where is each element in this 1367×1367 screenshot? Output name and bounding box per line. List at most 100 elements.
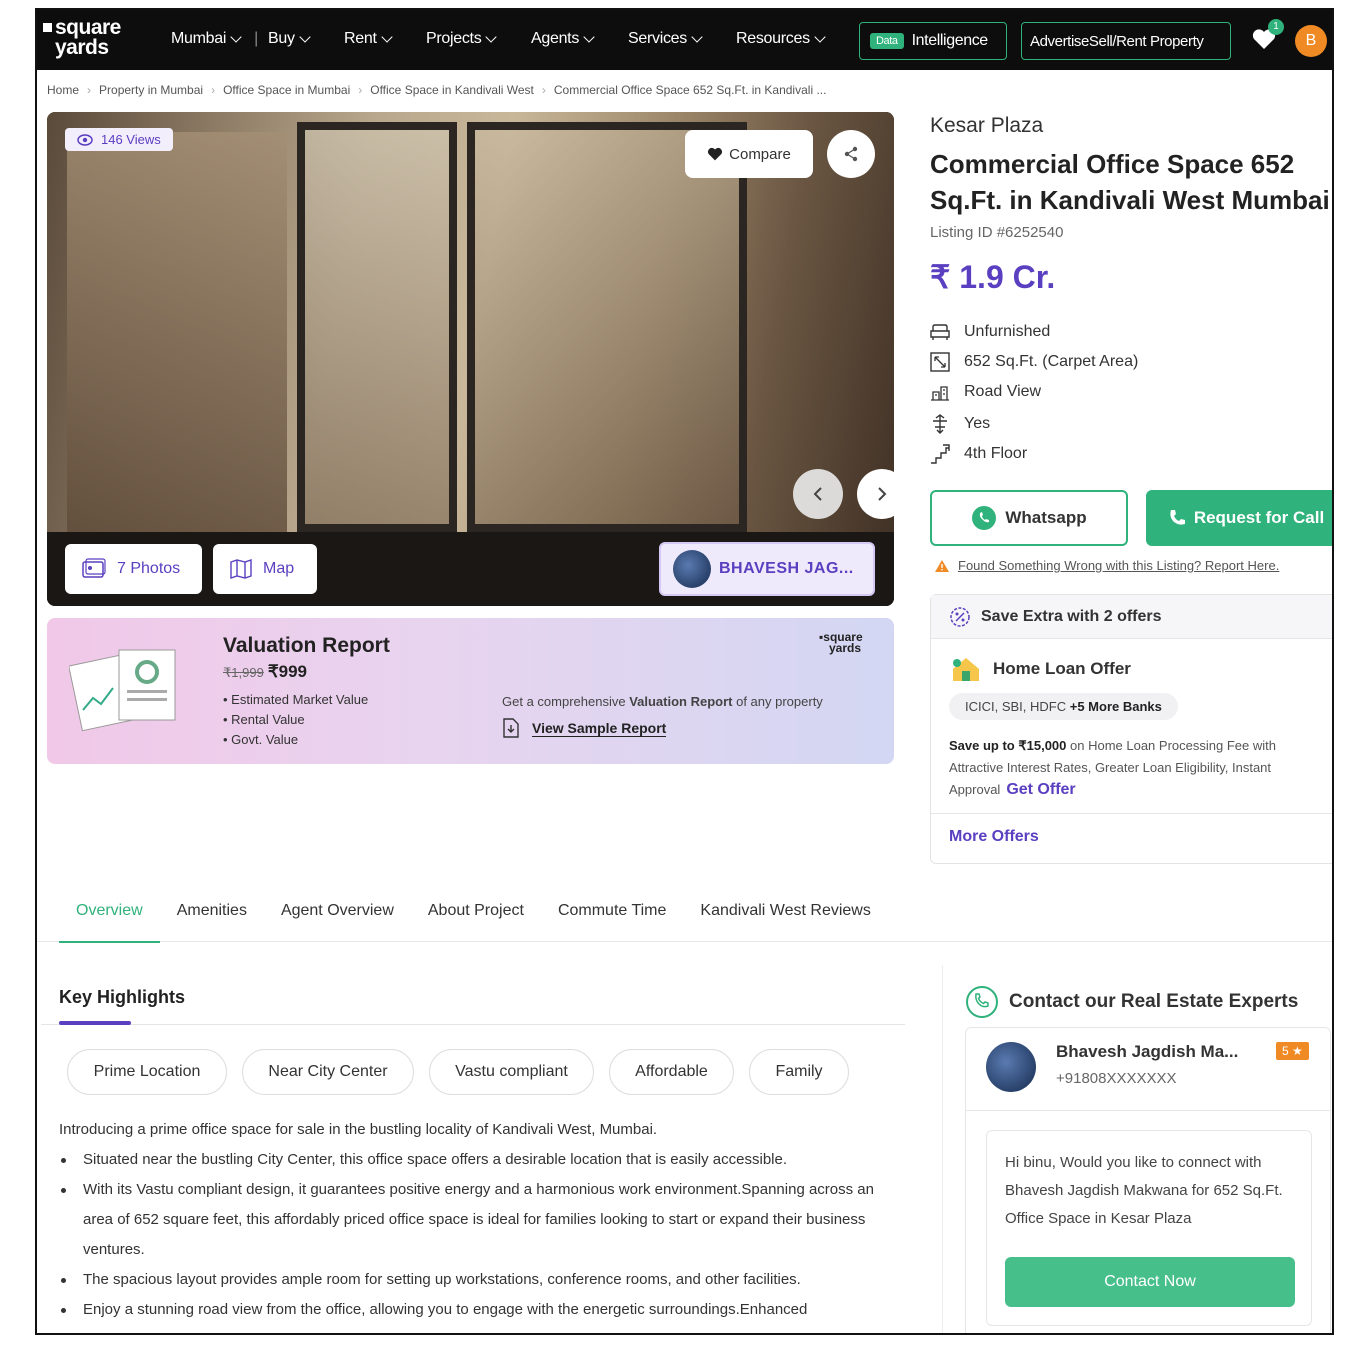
view-sample-report-link[interactable]: View Sample Report	[502, 718, 667, 738]
nav-projects[interactable]: Projects	[426, 30, 498, 48]
banks-chip[interactable]: ICICI, SBI, HDFC +5 More Banks	[949, 693, 1178, 720]
valuation-price: ₹1,999 ₹999	[223, 662, 307, 681]
valuation-description: Get a comprehensive Valuation Report of …	[502, 694, 823, 709]
get-offer-link[interactable]: Get Offer	[1006, 781, 1075, 798]
home-loan-icon	[953, 658, 979, 681]
notification-badge: 1	[1268, 19, 1284, 35]
map-button[interactable]: Map	[213, 544, 317, 594]
lift-icon	[930, 414, 950, 434]
data-intelligence-button[interactable]: Data Intelligence	[859, 22, 1007, 60]
advertise-property-button[interactable]: AdvertiseSell/Rent Property	[1021, 22, 1231, 60]
feature-furnishing: Unfurnished	[930, 322, 1050, 342]
building-name[interactable]: Kesar Plaza	[930, 114, 1043, 138]
city-selector[interactable]: Mumbai |	[171, 30, 258, 48]
road-view-icon	[930, 382, 950, 402]
nav-buy[interactable]: Buy	[268, 30, 311, 48]
valuation-title: Valuation Report	[223, 634, 390, 657]
feature-area: 652 Sq.Ft. (Carpet Area)	[930, 352, 1138, 372]
contact-message: Hi binu, Would you like to connect with …	[1005, 1154, 1283, 1227]
city-label: Mumbai	[171, 30, 227, 47]
agent-name[interactable]: Bhavesh Jagdish Ma...	[1056, 1042, 1238, 1062]
listing-id: Listing ID #6252540	[930, 224, 1064, 241]
breadcrumb-property-mumbai[interactable]: Property in Mumbai	[99, 83, 203, 97]
property-photo[interactable]	[47, 112, 894, 606]
chevron-down-icon	[485, 30, 498, 43]
sofa-icon	[930, 322, 950, 342]
listing-title: Commercial Office Space 652 Sq.Ft. in Ka…	[930, 149, 1330, 215]
gallery-prev-button[interactable]	[793, 469, 843, 519]
chevron-left-icon	[813, 487, 822, 501]
tab-amenities[interactable]: Amenities	[160, 880, 264, 942]
chevron-down-icon	[691, 30, 703, 43]
chevron-down-icon	[814, 30, 826, 43]
breadcrumb-office-mumbai[interactable]: Office Space in Mumbai	[223, 83, 350, 97]
data-badge: Data	[870, 33, 904, 49]
heart-icon	[708, 147, 723, 161]
feature-lift: Yes	[930, 414, 990, 434]
agent-phone: +91808XXXXXXX	[1056, 1070, 1177, 1087]
tab-overview[interactable]: Overview	[59, 880, 160, 943]
highlights-list: Situated near the bustling City Center, …	[59, 1145, 891, 1325]
area-icon	[930, 352, 950, 372]
phone-icon	[1170, 510, 1185, 525]
list-item: Situated near the bustling City Center, …	[59, 1145, 891, 1175]
report-listing-link[interactable]: Found Something Wrong with this Listing?…	[934, 558, 1279, 573]
tab-agent-overview[interactable]: Agent Overview	[264, 880, 411, 942]
views-badge: 146 Views	[65, 128, 173, 151]
browser-viewport: square yards Mumbai | Buy Rent Projects …	[35, 8, 1334, 1335]
chevron-right-icon	[878, 487, 887, 501]
report-illustration-icon	[69, 649, 176, 732]
key-highlights-section: Key Highlights Prime Location Near City …	[41, 965, 905, 1333]
tab-about-project[interactable]: About Project	[411, 880, 541, 942]
divider: |	[254, 30, 258, 47]
chevron-down-icon	[299, 30, 311, 43]
agent-chip[interactable]: BHAVESH JAG...	[659, 542, 875, 596]
tab-reviews[interactable]: Kandivali West Reviews	[683, 880, 887, 942]
agent-avatar	[673, 550, 711, 588]
nav-resources[interactable]: Resources	[736, 30, 826, 48]
agent-contact-card: Bhavesh Jagdish Ma... 5 ★ +91808XXXXXXX …	[965, 1027, 1331, 1333]
home-loan-offer-title: Home Loan Offer	[949, 655, 1131, 683]
more-offers-link[interactable]: More Offers	[931, 813, 1332, 860]
breadcrumb-home[interactable]: Home	[47, 83, 79, 97]
title-underline	[59, 1021, 131, 1025]
valuation-report-banner[interactable]: Valuation Report ₹1,999 ₹999 • Estimated …	[47, 618, 894, 764]
whatsapp-button[interactable]: Whatsapp	[930, 490, 1128, 546]
contact-message-box: Hi binu, Would you like to connect with …	[986, 1130, 1312, 1326]
photos-icon	[82, 558, 106, 578]
compare-button[interactable]: Compare	[685, 130, 813, 178]
key-highlights-title: Key Highlights	[59, 987, 186, 1007]
highlight-chip: Near City Center	[242, 1049, 414, 1095]
share-icon	[844, 146, 858, 162]
square-yards-logo: ▪square yards	[819, 630, 863, 655]
property-gallery[interactable]: 146 Views Compare 7 Photos Map BHAVESH J…	[47, 112, 894, 606]
user-avatar[interactable]: B	[1295, 25, 1327, 57]
feature-view: Road View	[930, 382, 1041, 402]
breadcrumb-office-kandivali[interactable]: Office Space in Kandivali West	[370, 83, 534, 97]
contact-experts-section: Contact our Real Estate Experts Bhavesh …	[942, 965, 1332, 1333]
share-button[interactable]	[827, 130, 875, 178]
list-item: With its Vastu compliant design, it guar…	[59, 1175, 891, 1265]
nav-rent[interactable]: Rent	[344, 30, 393, 48]
discount-icon	[950, 606, 970, 627]
chevron-down-icon	[230, 30, 242, 43]
breadcrumb-current: Commercial Office Space 652 Sq.Ft. in Ka…	[553, 83, 827, 97]
rating-badge: 5 ★	[1276, 1042, 1309, 1060]
contact-title: Contact our Real Estate Experts	[965, 985, 1298, 1019]
feature-floor: 4th Floor	[930, 444, 1027, 464]
nav-agents[interactable]: Agents	[531, 30, 595, 48]
nav-services[interactable]: Services	[628, 30, 703, 48]
highlight-chip: Affordable	[609, 1049, 734, 1095]
whatsapp-icon	[972, 506, 997, 530]
valuation-features: • Estimated Market Value • Rental Value …	[223, 692, 369, 747]
offers-panel: Save Extra with 2 offers Home Loan Offer…	[930, 594, 1332, 864]
tab-commute-time[interactable]: Commute Time	[541, 880, 683, 942]
site-logo[interactable]: square yards	[43, 17, 121, 58]
phone-icon	[966, 986, 998, 1018]
breadcrumb: Home › Property in Mumbai › Office Space i…	[47, 83, 827, 97]
photos-button[interactable]: 7 Photos	[65, 544, 202, 594]
divider	[41, 1024, 905, 1025]
contact-now-button[interactable]: Contact Now	[1005, 1257, 1295, 1307]
list-item: Enjoy a stunning road view from the offi…	[59, 1295, 891, 1325]
request-call-button[interactable]: Request for Call	[1146, 490, 1332, 546]
